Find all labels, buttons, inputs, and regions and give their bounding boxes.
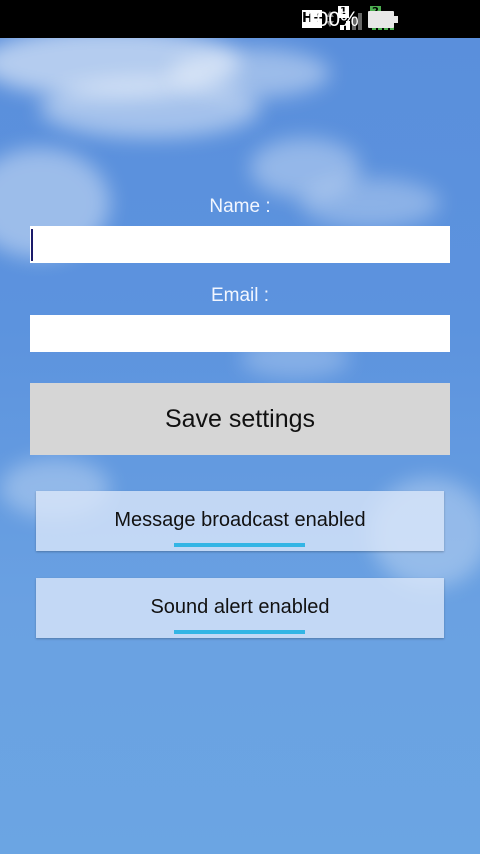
battery-percent: 100% bbox=[305, 8, 359, 31]
message-broadcast-toggle[interactable]: Message broadcast enabled bbox=[36, 491, 444, 551]
cloud-decoration bbox=[170, 48, 330, 98]
toggle-on-indicator bbox=[174, 543, 305, 547]
email-field[interactable] bbox=[30, 315, 450, 352]
email-label: Email : bbox=[210, 285, 270, 306]
toggle-label: Sound alert enabled bbox=[150, 596, 330, 618]
toggle-label: Message broadcast enabled bbox=[114, 509, 366, 531]
name-label: Name : bbox=[209, 196, 271, 217]
name-field[interactable] bbox=[30, 226, 450, 263]
settings-screen: Name : Email : Save settings Message bro… bbox=[0, 38, 480, 854]
toggle-on-indicator bbox=[174, 630, 305, 634]
text-cursor bbox=[31, 229, 33, 261]
sound-alert-toggle[interactable]: Sound alert enabled bbox=[36, 578, 444, 638]
battery-icon bbox=[368, 11, 398, 28]
status-bar: H+ 1 2 100% bbox=[0, 0, 480, 38]
save-settings-button[interactable]: Save settings bbox=[30, 383, 450, 455]
